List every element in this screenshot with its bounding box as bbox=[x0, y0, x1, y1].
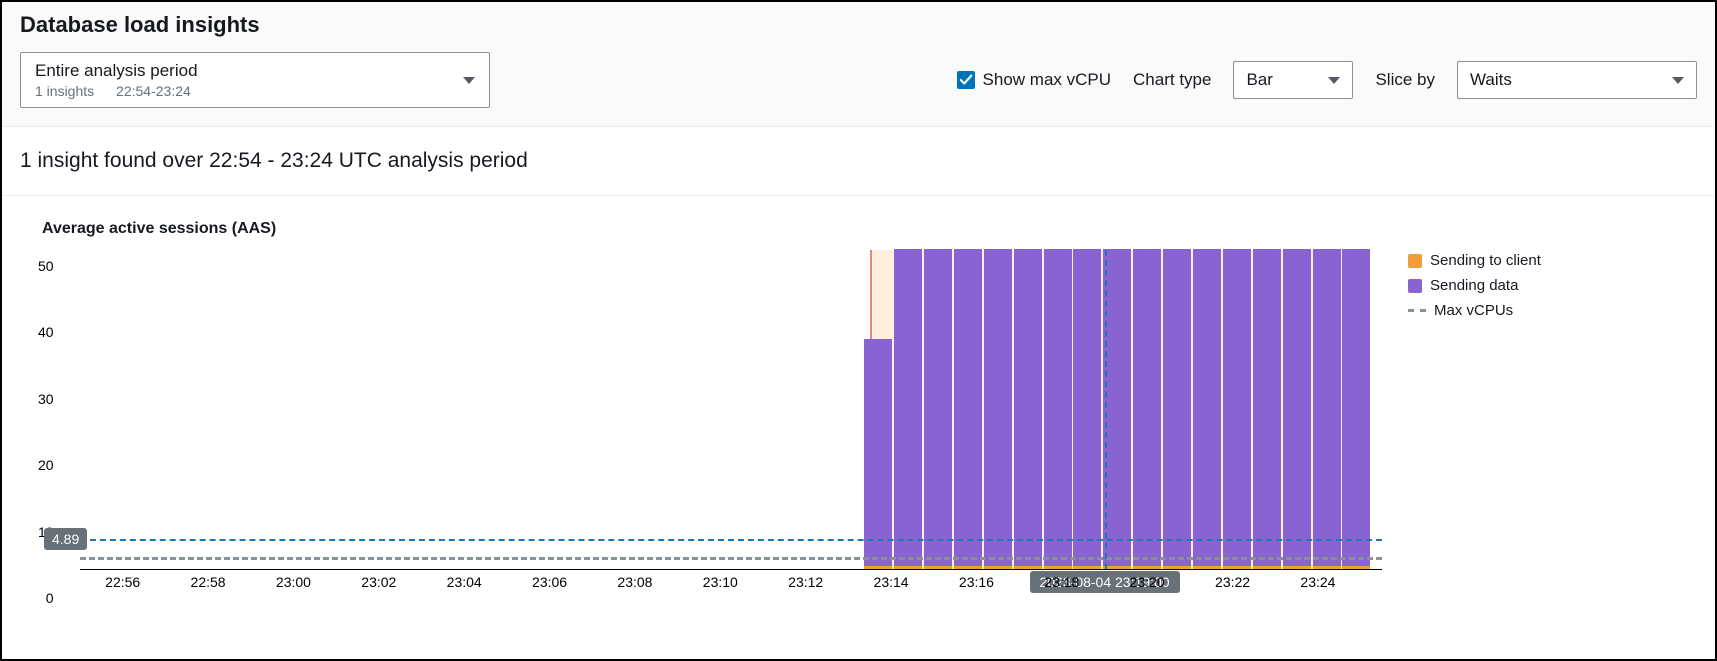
checkbox-checked-icon bbox=[957, 71, 975, 89]
bar[interactable] bbox=[984, 249, 1012, 569]
bar[interactable] bbox=[1044, 249, 1072, 569]
x-tick: 23:24 bbox=[1300, 574, 1335, 590]
bar[interactable] bbox=[1283, 249, 1311, 569]
bar[interactable] bbox=[1342, 249, 1370, 569]
x-tick: 23:06 bbox=[532, 574, 567, 590]
bar[interactable] bbox=[954, 249, 982, 569]
swatch-icon bbox=[1408, 309, 1426, 312]
period-main-label: Entire analysis period bbox=[35, 61, 209, 81]
page-title: Database load insights bbox=[20, 12, 1697, 38]
x-tick: 23:18 bbox=[1044, 574, 1079, 590]
slice-by-select[interactable]: Waits bbox=[1457, 61, 1697, 99]
legend-label: Sending data bbox=[1430, 277, 1518, 294]
chevron-down-icon bbox=[463, 77, 475, 84]
show-max-vcpu-label: Show max vCPU bbox=[983, 70, 1111, 90]
max-vcpu-line bbox=[80, 557, 1382, 560]
period-select[interactable]: Entire analysis period 1 insights 22:54-… bbox=[20, 52, 490, 108]
cursor-line bbox=[1105, 250, 1107, 569]
chart-legend: Sending to client Sending data Max vCPUs bbox=[1408, 250, 1541, 327]
insight-summary: 1 insight found over 22:54 - 23:24 UTC a… bbox=[2, 127, 1715, 196]
x-tick: 22:58 bbox=[191, 574, 226, 590]
bar[interactable] bbox=[1133, 249, 1161, 569]
bar[interactable] bbox=[924, 249, 952, 569]
x-tick: 23:04 bbox=[447, 574, 482, 590]
swatch-icon bbox=[1408, 254, 1422, 268]
legend-item[interactable]: Sending to client bbox=[1408, 252, 1541, 269]
bar[interactable] bbox=[1073, 249, 1101, 569]
x-tick: 23:08 bbox=[617, 574, 652, 590]
chevron-down-icon bbox=[1328, 77, 1340, 84]
slice-by-value: Waits bbox=[1470, 70, 1512, 90]
bar[interactable] bbox=[1313, 249, 1341, 569]
chart-type-value: Bar bbox=[1246, 70, 1272, 90]
chart-title: Average active sessions (AAS) bbox=[42, 220, 1697, 238]
bar[interactable] bbox=[1014, 249, 1042, 569]
y-tick: 0 bbox=[46, 590, 54, 606]
y-tick: 40 bbox=[38, 324, 54, 340]
avg-badge: 4.89 bbox=[44, 528, 87, 550]
bar[interactable] bbox=[1193, 249, 1221, 569]
bar[interactable] bbox=[1103, 249, 1131, 569]
x-tick: 23:16 bbox=[959, 574, 994, 590]
x-axis: 2023-08-04 23:19:00 22:5622:5823:0023:02… bbox=[80, 570, 1382, 598]
x-tick: 23:00 bbox=[276, 574, 311, 590]
chart-type-select[interactable]: Bar bbox=[1233, 61, 1353, 99]
legend-label: Sending to client bbox=[1430, 252, 1541, 269]
bar[interactable] bbox=[1163, 249, 1191, 569]
legend-item[interactable]: Max vCPUs bbox=[1408, 302, 1541, 319]
chart-plot-area[interactable]: 4.89 bbox=[80, 250, 1382, 570]
x-tick: 23:10 bbox=[703, 574, 738, 590]
y-tick: 20 bbox=[38, 457, 54, 473]
bar[interactable] bbox=[1253, 249, 1281, 569]
legend-label: Max vCPUs bbox=[1434, 302, 1513, 319]
bar[interactable] bbox=[894, 249, 922, 569]
y-tick: 50 bbox=[38, 258, 54, 274]
bar[interactable] bbox=[1223, 249, 1251, 569]
x-tick: 23:14 bbox=[874, 574, 909, 590]
x-tick: 23:02 bbox=[361, 574, 396, 590]
chart-type-label: Chart type bbox=[1133, 70, 1211, 90]
avg-line bbox=[80, 539, 1382, 541]
slice-by-label: Slice by bbox=[1375, 70, 1435, 90]
y-tick: 30 bbox=[38, 391, 54, 407]
chevron-down-icon bbox=[1672, 77, 1684, 84]
x-tick: 23:22 bbox=[1215, 574, 1250, 590]
x-tick: 23:20 bbox=[1130, 574, 1165, 590]
bar[interactable] bbox=[864, 339, 892, 569]
legend-item[interactable]: Sending data bbox=[1408, 277, 1541, 294]
period-insights-count: 1 insights bbox=[35, 83, 94, 99]
period-range: 22:54-23:24 bbox=[116, 83, 191, 99]
x-tick: 22:56 bbox=[105, 574, 140, 590]
swatch-icon bbox=[1408, 279, 1422, 293]
show-max-vcpu-checkbox[interactable]: Show max vCPU bbox=[957, 70, 1111, 90]
x-tick: 23:12 bbox=[788, 574, 823, 590]
